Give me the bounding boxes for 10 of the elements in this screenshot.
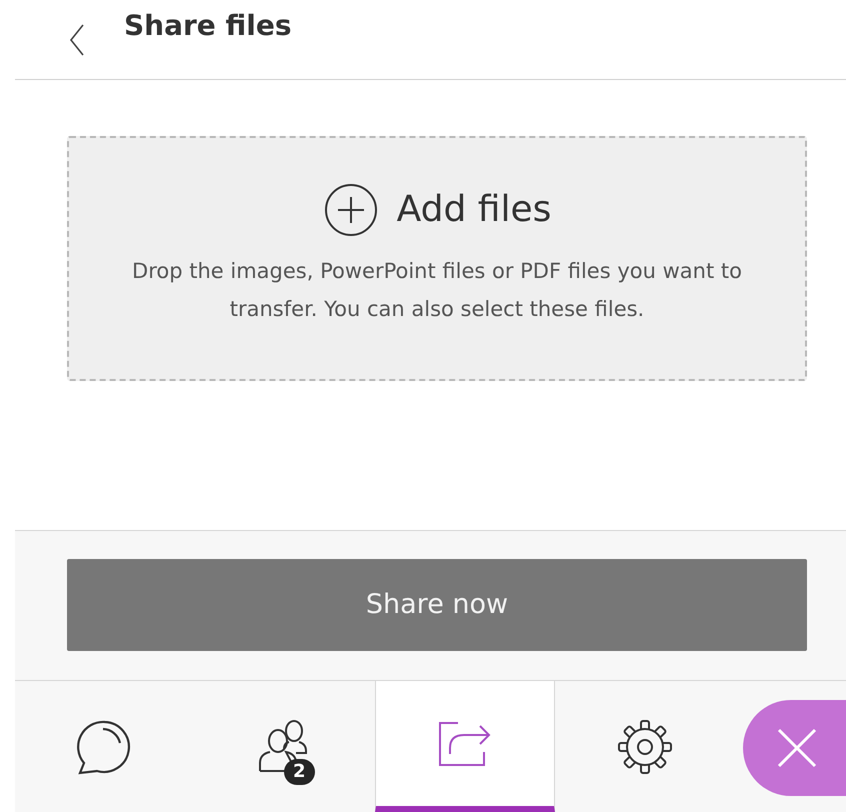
drop-hint: Drop the images, PowerPoint files or PDF files you want to transfer. You can also select these files. [131, 258, 743, 323]
close-icon [775, 726, 819, 770]
add-icon [322, 182, 379, 238]
settings-icon [616, 718, 674, 776]
toolbar-tab[interactable] [375, 681, 555, 812]
page-title: Share files [124, 8, 292, 44]
drop-zone[interactable]: Add files Drop the images, PowerPoint files or PDF files you want to transfer. You can also select these files. [67, 136, 807, 381]
close-button[interactable] [743, 700, 846, 796]
count-badge: 2 [284, 758, 315, 784]
add-files-title: Add files [396, 188, 552, 232]
